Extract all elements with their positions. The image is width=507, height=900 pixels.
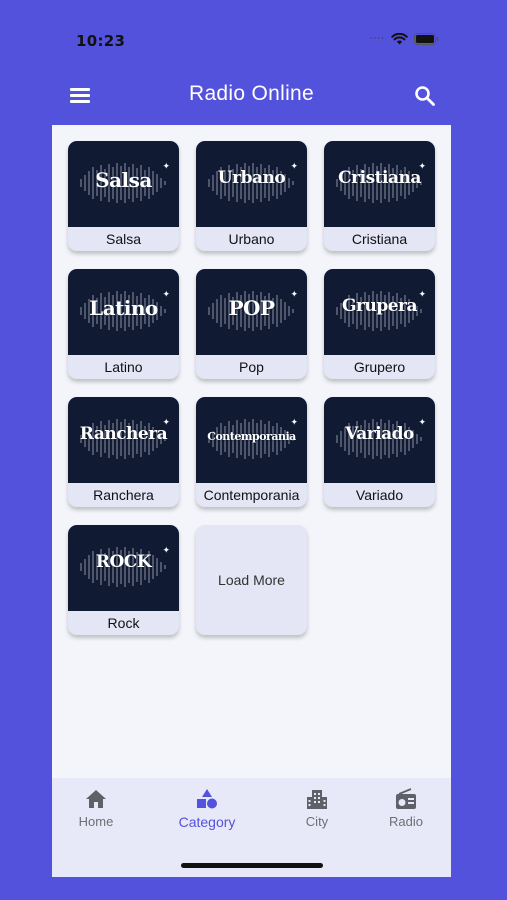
radio-icon [396, 788, 416, 809]
page-title: Radio Online [188, 82, 314, 105]
category-art: Contemporania ✦ [196, 397, 307, 483]
status-time: 10:23 [76, 32, 126, 50]
category-card-pop[interactable]: POP ✦ Pop [196, 269, 307, 379]
category-label: Rock [107, 615, 140, 631]
category-card-rock[interactable]: ROCK ✦ Rock [68, 525, 179, 635]
category-card-contemporania[interactable]: Contemporania ✦ Contemporania [196, 397, 307, 507]
bottom-nav: Home Category City Radio [52, 778, 451, 877]
sparkle-icon: ✦ [290, 162, 298, 172]
nav-item-category[interactable]: Category [162, 788, 252, 838]
signal-dots-icon: ···· [369, 34, 385, 44]
category-art: ROCK ✦ [68, 525, 179, 611]
sparkle-icon: ✦ [418, 162, 426, 172]
category-art: Variado ✦ [324, 397, 435, 483]
category-card-salsa[interactable]: Salsa ✦ Salsa [68, 141, 179, 251]
status-bar: 10:23 ···· [52, 0, 451, 70]
nav-label: Category [178, 814, 236, 830]
nav-item-home[interactable]: Home [51, 788, 141, 838]
category-label: Latino [104, 359, 143, 375]
category-icon [197, 789, 217, 809]
nav-label: Radio [389, 814, 423, 829]
nav-item-city[interactable]: City [272, 788, 362, 838]
category-label: Cristiana [351, 231, 408, 247]
app-bar: Radio Online [52, 70, 451, 125]
category-card-urbano[interactable]: Urbano ✦ Urbano [196, 141, 307, 251]
category-label: Variado [355, 487, 404, 503]
category-art: Salsa ✦ [68, 141, 179, 227]
home-indicator [181, 863, 323, 868]
nav-label: City [305, 814, 329, 829]
category-art: Ranchera ✦ [68, 397, 179, 483]
sparkle-icon: ✦ [418, 418, 426, 428]
sparkle-icon: ✦ [290, 418, 298, 428]
wifi-icon [391, 33, 408, 45]
home-icon [86, 790, 106, 808]
category-label: Ranchera [93, 487, 154, 503]
sparkle-icon: ✦ [162, 290, 170, 300]
sparkle-icon: ✦ [162, 418, 170, 428]
nav-item-radio[interactable]: Radio [361, 788, 451, 838]
category-card-variado[interactable]: Variado ✦ Variado [324, 397, 435, 507]
category-art-text: Contemporania [207, 430, 296, 443]
category-art: Grupera ✦ [324, 269, 435, 355]
category-art: Cristiana ✦ [324, 141, 435, 227]
category-art: Latino ✦ [68, 269, 179, 355]
sparkle-icon: ✦ [418, 290, 426, 300]
city-icon [307, 790, 327, 809]
sparkle-icon: ✦ [290, 290, 298, 300]
status-icons: ···· [370, 33, 439, 45]
category-card-latino[interactable]: Latino ✦ Latino [68, 269, 179, 379]
category-card-cristiana[interactable]: Cristiana ✦ Cristiana [324, 141, 435, 251]
category-label: Grupero [353, 359, 406, 375]
search-icon[interactable] [413, 84, 437, 108]
category-label: Pop [239, 359, 264, 375]
sparkle-icon: ✦ [162, 546, 170, 556]
category-card-ranchera[interactable]: Ranchera ✦ Ranchera [68, 397, 179, 507]
category-card-grupero[interactable]: Grupera ✦ Grupero [324, 269, 435, 379]
category-art: Urbano ✦ [196, 141, 307, 227]
category-label: Salsa [105, 231, 142, 247]
category-art: POP ✦ [196, 269, 307, 355]
sparkle-icon: ✦ [162, 162, 170, 172]
battery-icon [414, 33, 439, 45]
category-content: Salsa ✦ Salsa Urbano ✦ Urbano Cristiana … [52, 125, 451, 778]
category-label: Contemporania [203, 487, 300, 503]
category-label: Urbano [228, 231, 275, 247]
nav-label: Home [78, 814, 114, 829]
load-more-button[interactable]: Load More [196, 525, 307, 635]
